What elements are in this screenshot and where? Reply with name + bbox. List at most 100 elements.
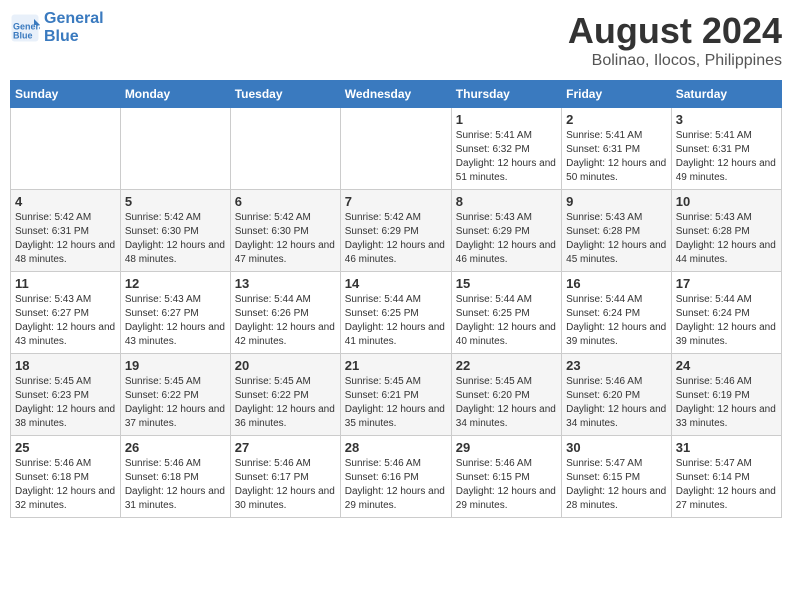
day-number: 10 — [676, 194, 777, 209]
calendar-day-cell: 30 Sunrise: 5:47 AM Sunset: 6:15 PM Dayl… — [562, 436, 672, 518]
sunrise-text: Sunrise: 5:46 AM — [125, 458, 201, 469]
sunset-text: Sunset: 6:25 PM — [456, 308, 530, 319]
calendar-week-row: 11 Sunrise: 5:43 AM Sunset: 6:27 PM Dayl… — [11, 272, 782, 354]
day-info: Sunrise: 5:46 AM Sunset: 6:20 PM Dayligh… — [566, 375, 667, 431]
sunset-text: Sunset: 6:17 PM — [235, 472, 309, 483]
day-info: Sunrise: 5:47 AM Sunset: 6:15 PM Dayligh… — [566, 457, 667, 513]
sunset-text: Sunset: 6:15 PM — [566, 472, 640, 483]
sunrise-text: Sunrise: 5:45 AM — [125, 376, 201, 387]
sunrise-text: Sunrise: 5:43 AM — [566, 212, 642, 223]
day-number: 16 — [566, 276, 667, 291]
sunset-text: Sunset: 6:18 PM — [125, 472, 199, 483]
day-number: 12 — [125, 276, 226, 291]
day-number: 9 — [566, 194, 667, 209]
day-info: Sunrise: 5:41 AM Sunset: 6:31 PM Dayligh… — [566, 129, 667, 185]
day-info: Sunrise: 5:46 AM Sunset: 6:15 PM Dayligh… — [456, 457, 557, 513]
daylight-text: Daylight: 12 hours and 39 minutes. — [566, 322, 666, 347]
sunset-text: Sunset: 6:14 PM — [676, 472, 750, 483]
calendar-day-cell — [340, 108, 451, 190]
day-number: 23 — [566, 358, 667, 373]
daylight-text: Daylight: 12 hours and 46 minutes. — [456, 240, 556, 265]
sunset-text: Sunset: 6:27 PM — [125, 308, 199, 319]
sunset-text: Sunset: 6:18 PM — [15, 472, 89, 483]
sunset-text: Sunset: 6:24 PM — [566, 308, 640, 319]
day-info: Sunrise: 5:45 AM Sunset: 6:21 PM Dayligh… — [345, 375, 447, 431]
day-info: Sunrise: 5:42 AM Sunset: 6:29 PM Dayligh… — [345, 211, 447, 267]
sunrise-text: Sunrise: 5:46 AM — [566, 376, 642, 387]
sunset-text: Sunset: 6:26 PM — [235, 308, 309, 319]
day-info: Sunrise: 5:45 AM Sunset: 6:20 PM Dayligh… — [456, 375, 557, 431]
calendar-day-cell: 3 Sunrise: 5:41 AM Sunset: 6:31 PM Dayli… — [671, 108, 781, 190]
daylight-text: Daylight: 12 hours and 43 minutes. — [15, 322, 115, 347]
daylight-text: Daylight: 12 hours and 44 minutes. — [676, 240, 776, 265]
sunrise-text: Sunrise: 5:44 AM — [235, 294, 311, 305]
day-number: 15 — [456, 276, 557, 291]
daylight-text: Daylight: 12 hours and 34 minutes. — [566, 404, 666, 429]
sunrise-text: Sunrise: 5:46 AM — [456, 458, 532, 469]
day-number: 8 — [456, 194, 557, 209]
daylight-text: Daylight: 12 hours and 36 minutes. — [235, 404, 335, 429]
calendar-day-cell: 26 Sunrise: 5:46 AM Sunset: 6:18 PM Dayl… — [120, 436, 230, 518]
calendar-day-cell: 17 Sunrise: 5:44 AM Sunset: 6:24 PM Dayl… — [671, 272, 781, 354]
sunrise-text: Sunrise: 5:44 AM — [566, 294, 642, 305]
calendar-day-cell: 10 Sunrise: 5:43 AM Sunset: 6:28 PM Dayl… — [671, 190, 781, 272]
calendar-week-row: 4 Sunrise: 5:42 AM Sunset: 6:31 PM Dayli… — [11, 190, 782, 272]
day-number: 22 — [456, 358, 557, 373]
sunset-text: Sunset: 6:31 PM — [676, 144, 750, 155]
day-number: 2 — [566, 112, 667, 127]
sunrise-text: Sunrise: 5:46 AM — [345, 458, 421, 469]
sunset-text: Sunset: 6:20 PM — [566, 390, 640, 401]
day-info: Sunrise: 5:44 AM Sunset: 6:24 PM Dayligh… — [676, 293, 777, 349]
daylight-text: Daylight: 12 hours and 46 minutes. — [345, 240, 445, 265]
calendar-day-cell: 14 Sunrise: 5:44 AM Sunset: 6:25 PM Dayl… — [340, 272, 451, 354]
sunrise-text: Sunrise: 5:46 AM — [15, 458, 91, 469]
calendar-day-cell: 24 Sunrise: 5:46 AM Sunset: 6:19 PM Dayl… — [671, 354, 781, 436]
day-info: Sunrise: 5:44 AM Sunset: 6:25 PM Dayligh… — [456, 293, 557, 349]
day-number: 30 — [566, 440, 667, 455]
daylight-text: Daylight: 12 hours and 45 minutes. — [566, 240, 666, 265]
calendar-day-cell — [230, 108, 340, 190]
calendar-header-row: SundayMondayTuesdayWednesdayThursdayFrid… — [11, 81, 782, 108]
sunset-text: Sunset: 6:15 PM — [456, 472, 530, 483]
daylight-text: Daylight: 12 hours and 37 minutes. — [125, 404, 225, 429]
day-of-week-header: Saturday — [671, 81, 781, 108]
sunset-text: Sunset: 6:25 PM — [345, 308, 419, 319]
day-of-week-header: Tuesday — [230, 81, 340, 108]
day-number: 18 — [15, 358, 116, 373]
day-number: 24 — [676, 358, 777, 373]
daylight-text: Daylight: 12 hours and 29 minutes. — [456, 486, 556, 511]
calendar-day-cell: 29 Sunrise: 5:46 AM Sunset: 6:15 PM Dayl… — [451, 436, 561, 518]
day-info: Sunrise: 5:43 AM Sunset: 6:29 PM Dayligh… — [456, 211, 557, 267]
day-number: 6 — [235, 194, 336, 209]
calendar-day-cell: 15 Sunrise: 5:44 AM Sunset: 6:25 PM Dayl… — [451, 272, 561, 354]
daylight-text: Daylight: 12 hours and 43 minutes. — [125, 322, 225, 347]
day-of-week-header: Friday — [562, 81, 672, 108]
day-info: Sunrise: 5:46 AM Sunset: 6:19 PM Dayligh… — [676, 375, 777, 431]
logo-icon: General Blue — [10, 13, 40, 43]
calendar-day-cell: 5 Sunrise: 5:42 AM Sunset: 6:30 PM Dayli… — [120, 190, 230, 272]
day-of-week-header: Wednesday — [340, 81, 451, 108]
sunrise-text: Sunrise: 5:44 AM — [345, 294, 421, 305]
sunset-text: Sunset: 6:31 PM — [15, 226, 89, 237]
sunrise-text: Sunrise: 5:43 AM — [15, 294, 91, 305]
calendar-day-cell: 31 Sunrise: 5:47 AM Sunset: 6:14 PM Dayl… — [671, 436, 781, 518]
calendar-week-row: 25 Sunrise: 5:46 AM Sunset: 6:18 PM Dayl… — [11, 436, 782, 518]
daylight-text: Daylight: 12 hours and 30 minutes. — [235, 486, 335, 511]
calendar-day-cell — [120, 108, 230, 190]
sunset-text: Sunset: 6:27 PM — [15, 308, 89, 319]
day-number: 14 — [345, 276, 447, 291]
calendar-day-cell: 27 Sunrise: 5:46 AM Sunset: 6:17 PM Dayl… — [230, 436, 340, 518]
calendar-day-cell: 1 Sunrise: 5:41 AM Sunset: 6:32 PM Dayli… — [451, 108, 561, 190]
sunrise-text: Sunrise: 5:43 AM — [676, 212, 752, 223]
sunset-text: Sunset: 6:21 PM — [345, 390, 419, 401]
day-info: Sunrise: 5:42 AM Sunset: 6:31 PM Dayligh… — [15, 211, 116, 267]
day-info: Sunrise: 5:46 AM Sunset: 6:17 PM Dayligh… — [235, 457, 336, 513]
sunrise-text: Sunrise: 5:46 AM — [235, 458, 311, 469]
calendar-week-row: 1 Sunrise: 5:41 AM Sunset: 6:32 PM Dayli… — [11, 108, 782, 190]
calendar-day-cell: 4 Sunrise: 5:42 AM Sunset: 6:31 PM Dayli… — [11, 190, 121, 272]
day-number: 31 — [676, 440, 777, 455]
day-number: 21 — [345, 358, 447, 373]
daylight-text: Daylight: 12 hours and 51 minutes. — [456, 158, 556, 183]
calendar-day-cell: 25 Sunrise: 5:46 AM Sunset: 6:18 PM Dayl… — [11, 436, 121, 518]
calendar-day-cell: 20 Sunrise: 5:45 AM Sunset: 6:22 PM Dayl… — [230, 354, 340, 436]
